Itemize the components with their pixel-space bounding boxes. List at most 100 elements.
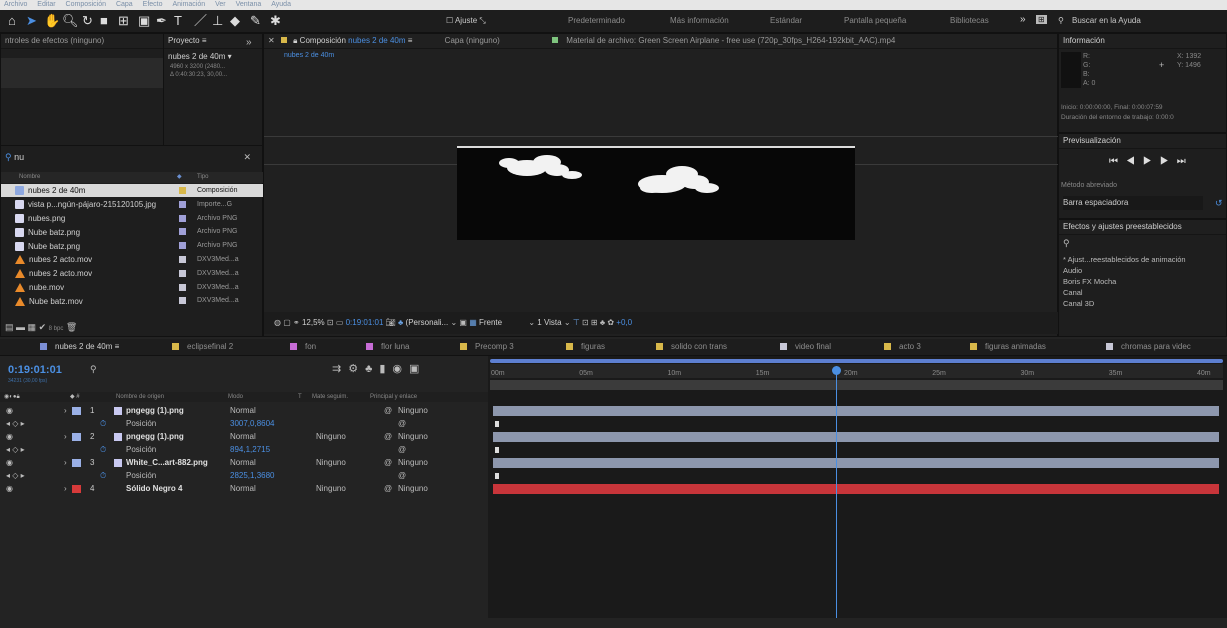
resolution-icon[interactable]: ⊡ (327, 318, 334, 327)
stopwatch-icon[interactable]: ⏱ (100, 417, 106, 430)
tab-menu-icon[interactable]: ≡ (112, 342, 120, 351)
layer-mode-select[interactable]: Normal (230, 404, 256, 417)
effects-category[interactable]: Canal 3D (1063, 298, 1186, 309)
more-workspaces-button[interactable]: » (1020, 14, 1026, 25)
layer-name[interactable]: pngegg (1).png (126, 430, 184, 443)
clone-stamp-tool-icon[interactable]: ⊥ (212, 13, 223, 29)
workspace-mas-informacion[interactable]: Más información (670, 16, 729, 25)
layer-name[interactable]: White_C...art-882.png (126, 456, 208, 469)
snapping-checkbox[interactable]: ☐ Ajuste ⤡ (446, 16, 486, 26)
view-mode-select[interactable]: (Personali... (406, 318, 449, 327)
timeline-tab[interactable]: video final (780, 339, 831, 355)
expression-icon[interactable]: @ (398, 417, 406, 430)
menu-editar[interactable]: Editar (37, 1, 55, 8)
layer-duration-bar[interactable] (493, 432, 1219, 442)
property-row[interactable]: ◂ ◇ ▸ ⏱ Posición 894,1,2715 @ (0, 443, 488, 456)
project-search-input[interactable]: nu (14, 152, 24, 162)
menu-archivo[interactable]: Archivo (4, 1, 27, 8)
effects-controls-title[interactable]: ntroles de efectos (ninguno) (1, 34, 164, 49)
workspace-menu-icon[interactable]: ⊞ (1036, 15, 1047, 24)
project-item[interactable]: nube.mov DXV3Med...a (1, 281, 264, 294)
hand-tool-icon[interactable]: ✋ (44, 13, 60, 29)
timeline-tab[interactable]: acto 3 (884, 339, 921, 355)
layer-row[interactable]: ◉ › 3 White_C...art-882.png Normal Ninguno @ Ni… (0, 456, 488, 469)
workspace-estandar[interactable]: Estándar (770, 16, 802, 25)
comp-breadcrumb[interactable]: nubes 2 de 40m (284, 52, 334, 59)
label-color-swatch[interactable] (179, 200, 186, 208)
timeline-search-icon[interactable]: ⚲ (90, 364, 97, 375)
eye-icon[interactable]: ◉ (6, 456, 13, 469)
exposure-reset-icon[interactable]: ✿ (607, 318, 614, 327)
safe-margins-icon[interactable]: ▢ (283, 318, 291, 327)
help-search-input[interactable]: Buscar en la Ayuda (1072, 16, 1141, 25)
new-folder-icon[interactable]: ▬ (16, 322, 25, 332)
col-type[interactable]: Tipo (197, 172, 208, 183)
time-navigator[interactable] (490, 380, 1223, 390)
last-frame-icon[interactable]: ⏭ (1177, 156, 1194, 167)
lock-icon[interactable]: 🔒︎ (293, 36, 297, 45)
effects-search-icon[interactable]: ⚲ (1063, 238, 1070, 249)
layer-color-swatch[interactable] (72, 459, 81, 467)
label-color-swatch[interactable] (179, 242, 186, 250)
timeline-tab[interactable]: nubes 2 de 40m ≡ (40, 339, 119, 355)
work-area-bar[interactable] (490, 359, 1223, 363)
layer-name[interactable]: pngegg (1).png (126, 404, 184, 417)
help-search-icon[interactable]: ⚲ (1058, 16, 1064, 25)
av-switches-icon[interactable]: ◉◐●🔒︎ (4, 392, 20, 402)
layer-parent-select[interactable]: Ninguno (398, 482, 428, 495)
transparency-grid-icon[interactable]: ▭ (336, 318, 344, 327)
property-row[interactable]: ◂ ◇ ▸ ⏱ Posición 3007,0,8604 @ (0, 417, 488, 430)
project-item[interactable]: Nube batz.mov DXV3Med...a (1, 294, 264, 307)
first-frame-icon[interactable]: ⏮ (1109, 156, 1126, 167)
menu-composicion[interactable]: Composición (66, 1, 106, 8)
layer-color-swatch[interactable] (72, 485, 81, 493)
camera-select[interactable]: Frente (479, 318, 502, 327)
layer-parent-select[interactable]: Ninguno (398, 456, 428, 469)
new-comp-icon[interactable]: ▦ (28, 322, 37, 332)
expand-chevron-icon[interactable]: › (64, 482, 67, 495)
motion-blur-icon[interactable]: ◉ (392, 363, 409, 375)
timeline-toggle-icon[interactable]: ⊞ (591, 318, 598, 327)
timeline-tab[interactable]: figuras (566, 339, 605, 355)
type-tool-icon[interactable]: T (174, 13, 182, 29)
keyframe-nav-icon[interactable]: ◂ ◇ ▸ (6, 443, 25, 456)
parent-pickwhip-icon[interactable]: @ (384, 456, 392, 469)
stopwatch-icon[interactable]: ⏱ (100, 469, 106, 482)
property-value[interactable]: 894,1,2715 (230, 443, 270, 456)
property-value[interactable]: 3007,0,8604 (230, 417, 275, 430)
project-item[interactable]: vista p...ngún-pájaro-215120105.jpg Impor… (1, 198, 264, 211)
project-item[interactable]: Nube batz.png Archivo PNG (1, 239, 264, 252)
views-select[interactable]: 1 Vista (537, 318, 561, 327)
zoom-level[interactable]: 12,5% (302, 318, 325, 327)
parent-pickwhip-icon[interactable]: @ (384, 404, 392, 417)
property-row[interactable]: ◂ ◇ ▸ ⏱ Posición 2825,1,3680 @ (0, 469, 488, 482)
effects-category[interactable]: Boris FX Mocha (1063, 276, 1186, 287)
menu-ayuda[interactable]: Ayuda (271, 1, 291, 8)
clear-search-icon[interactable]: ✕ (243, 152, 251, 163)
eye-icon[interactable]: ◉ (6, 482, 13, 495)
keyframe-nav-icon[interactable]: ◂ ◇ ▸ (6, 469, 25, 482)
composition-flowchart-icon[interactable]: ⇉ (332, 363, 348, 375)
zoom-tool-icon[interactable]: 🔍︎ (62, 13, 79, 29)
interpret-footage-icon[interactable]: ▤ (5, 322, 14, 332)
project-item[interactable]: nubes 2 de 40m Composición (1, 184, 264, 197)
fast-preview-icon[interactable]: ⊡ (582, 318, 589, 327)
layer-row[interactable]: ◉ › 1 pngegg (1).png Normal @ Ninguno (0, 404, 488, 417)
label-color-swatch[interactable] (179, 256, 186, 263)
toggle-pixel-aspect-icon[interactable]: ⊤ (573, 318, 580, 327)
project-item[interactable]: Nube batz.png Archivo PNG (1, 225, 264, 238)
label-column-icon[interactable]: ◆ # (70, 392, 80, 402)
project-search[interactable]: ⚲ nu ✕ (5, 152, 255, 164)
layer-row[interactable]: ◉ › 2 pngegg (1).png Normal Ninguno @ Ninguno (0, 430, 488, 443)
expand-chevron-icon[interactable]: › (64, 430, 67, 443)
trash-icon[interactable]: 🗑︎ (66, 322, 77, 332)
col-parent[interactable]: Principal y enlace (370, 392, 417, 402)
project-settings-icon[interactable]: ✔ (39, 322, 47, 332)
effects-category[interactable]: Audio (1063, 265, 1186, 276)
menu-ventana[interactable]: Ventana (236, 1, 262, 8)
menu-ver[interactable]: Ver (215, 1, 226, 8)
playhead-handle[interactable] (831, 366, 841, 375)
layer-mode-select[interactable]: Normal (230, 482, 256, 495)
timeline-tab[interactable]: fon (290, 339, 316, 355)
label-color-swatch[interactable] (179, 283, 186, 291)
